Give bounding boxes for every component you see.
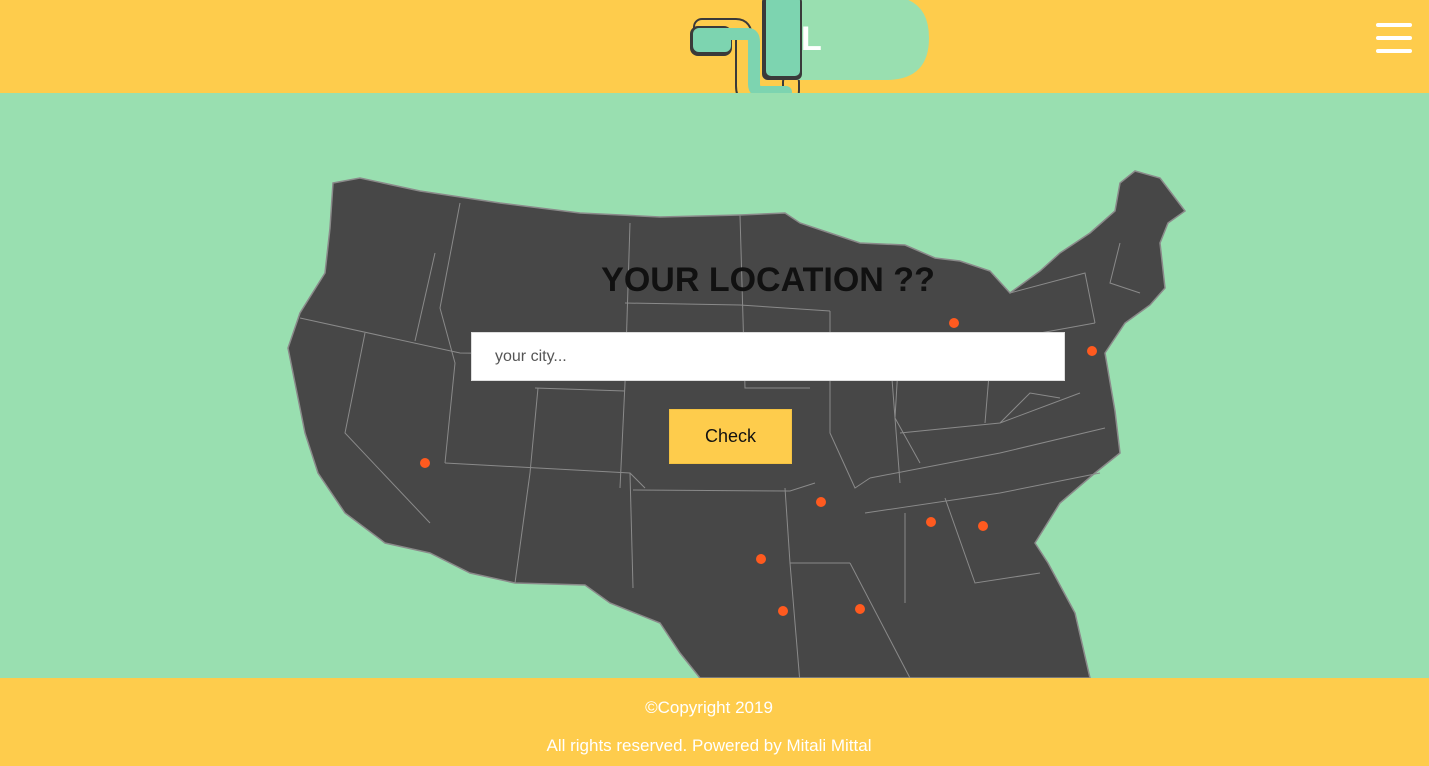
map-marker <box>1087 346 1097 356</box>
map-marker <box>816 497 826 507</box>
hamburger-menu-icon[interactable] <box>1376 23 1412 53</box>
map-marker <box>855 604 865 614</box>
logo-letter: L <box>801 20 822 58</box>
map-marker <box>978 521 988 531</box>
check-button[interactable]: Check <box>669 409 792 464</box>
map-marker <box>949 318 959 328</box>
footer: ©Copyright 2019 All rights reserved. Pow… <box>0 678 1429 766</box>
header: L <box>0 0 1429 106</box>
page-title: YOUR LOCATION ?? <box>601 261 935 299</box>
main-section: YOUR LOCATION ?? Check <box>0 93 1429 678</box>
menu-bar <box>1376 36 1412 40</box>
copyright-text: ©Copyright 2019 <box>645 698 773 717</box>
map-marker <box>778 606 788 616</box>
map-marker <box>926 517 936 527</box>
map-marker <box>756 554 766 564</box>
usa-map <box>287 170 1187 678</box>
map-marker <box>420 458 430 468</box>
logo[interactable]: L <box>688 0 934 106</box>
menu-bar <box>1376 49 1412 53</box>
menu-bar <box>1376 23 1412 27</box>
rights-text: All rights reserved. Powered by Mitali M… <box>546 736 872 755</box>
city-search-input[interactable] <box>471 332 1065 381</box>
